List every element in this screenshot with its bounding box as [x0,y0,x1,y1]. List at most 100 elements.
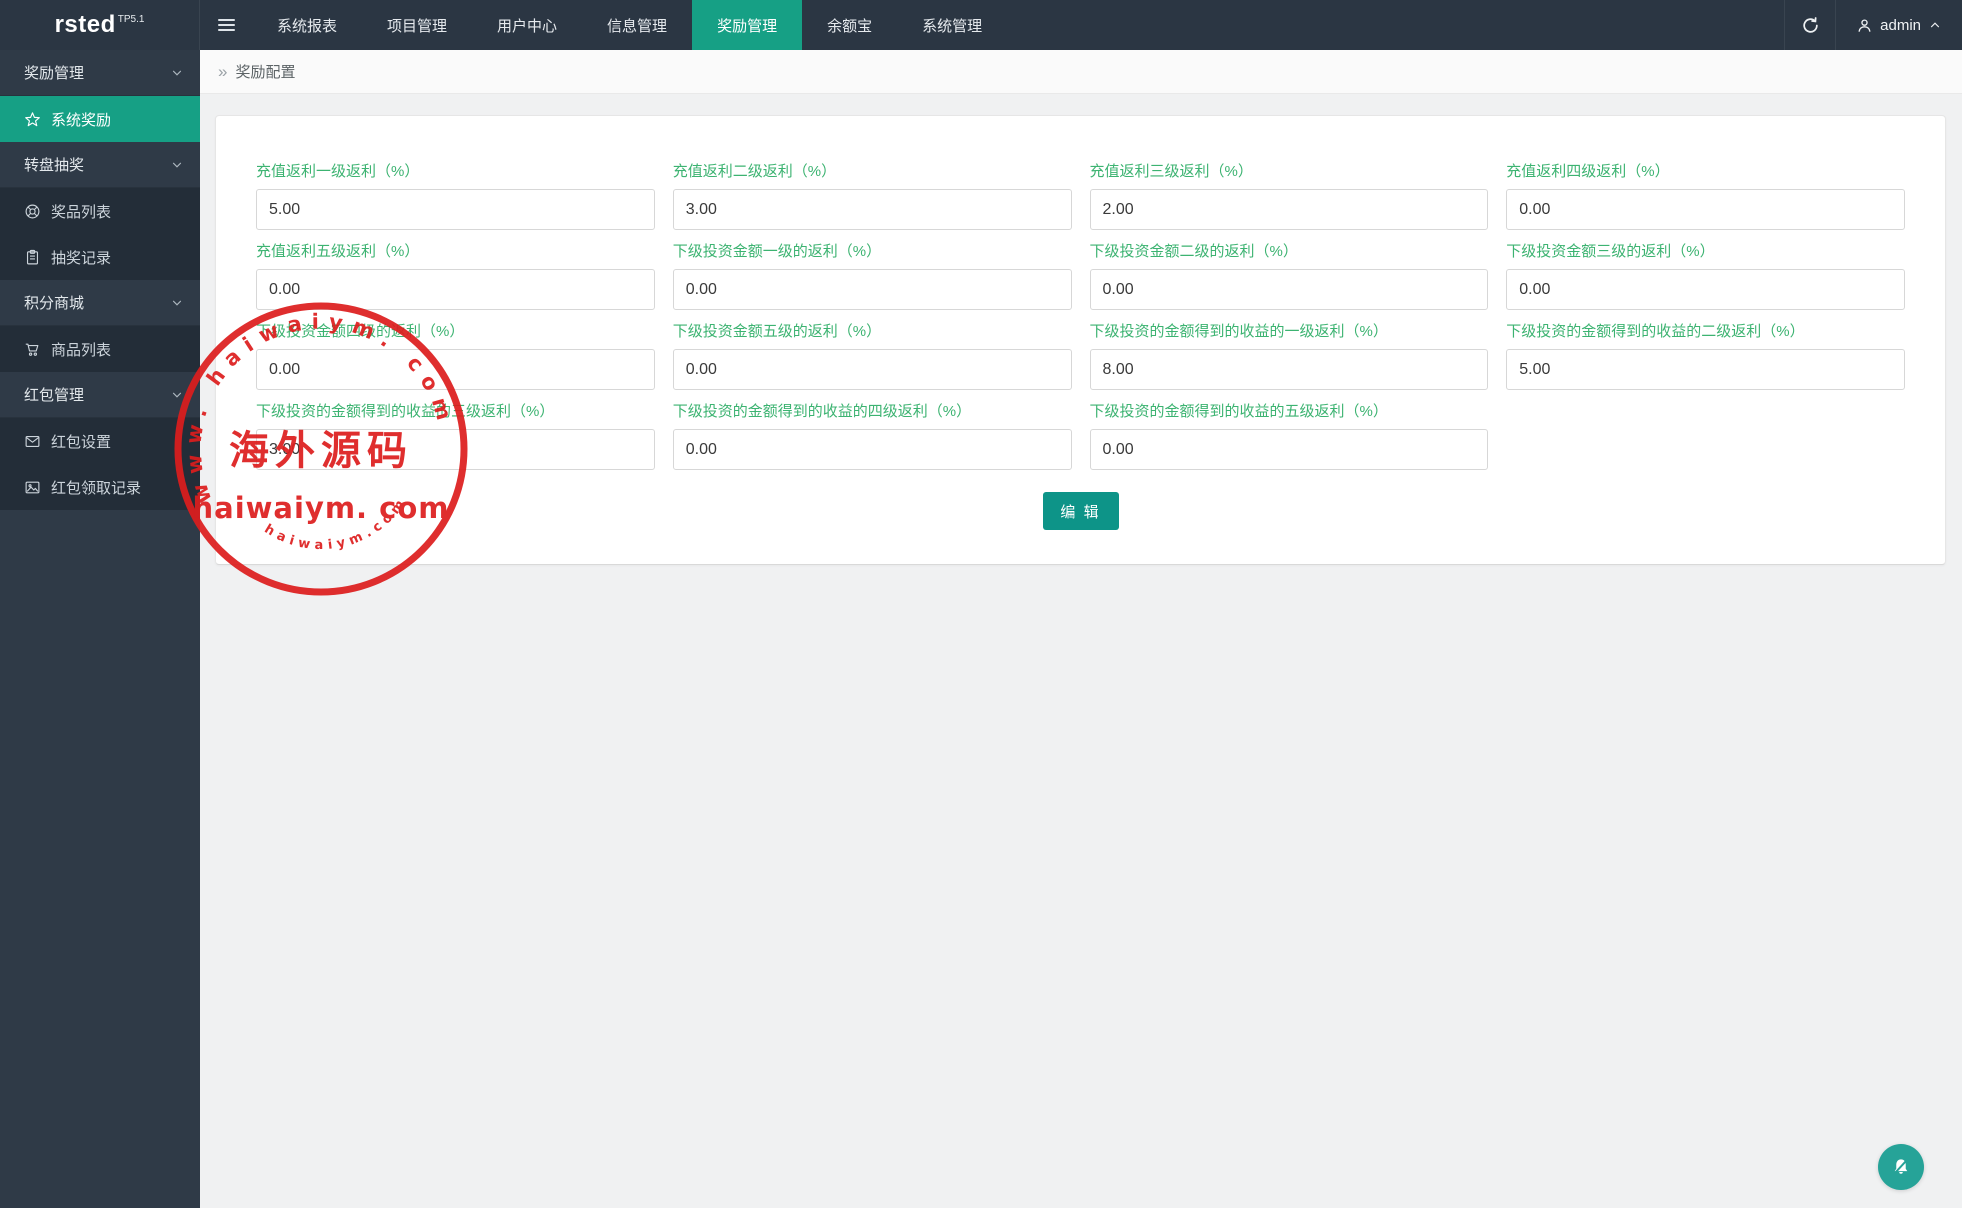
tab-label: 系统管理 [922,15,982,36]
form-field: 下级投资金额一级的返利（%） [673,240,1072,310]
main-content: » 奖励配置 充值返利一级返利（%） 充值返利二级返利（%） 充值返利三级返利（… [200,50,1962,1208]
field-label: 下级投资金额一级的返利（%） [673,240,1072,261]
star-icon [24,111,41,128]
sidebar-item-red-packet-claim-records[interactable]: 红包领取记录 [0,464,200,510]
sidebar-item-red-packet-settings[interactable]: 红包设置 [0,418,200,464]
form-field: 充值返利三级返利（%） [1090,160,1489,230]
sidebar-item-system-reward[interactable]: 系统奖励 [0,96,200,142]
clipboard-icon [24,249,41,266]
sidebar-group-wheel-lottery[interactable]: 转盘抽奖 [0,142,200,188]
logo-version: TP5.1 [118,14,145,25]
field-label: 充值返利五级返利（%） [256,240,655,261]
form-field: 下级投资的金额得到的收益的四级返利（%） [673,400,1072,470]
reward-config-form: 充值返利一级返利（%） 充值返利二级返利（%） 充值返利三级返利（%） 充值返利… [216,116,1945,530]
field-label: 充值返利二级返利（%） [673,160,1072,181]
refresh-button[interactable] [1784,0,1836,50]
tab-yuebao[interactable]: 余额宝 [802,0,897,50]
invest-amount-rebate-l3-input[interactable] [1506,269,1905,310]
tab-label: 奖励管理 [717,15,777,36]
cart-icon [24,341,41,358]
logo-text: rsted [55,11,116,39]
breadcrumb-chevrons-icon: » [218,63,227,80]
tab-system-management[interactable]: 系统管理 [897,0,1007,50]
invest-amount-rebate-l2-input[interactable] [1090,269,1489,310]
sidebar-group-label: 红包管理 [24,384,84,405]
recharge-rebate-l5-input[interactable] [256,269,655,310]
topbar: rsted TP5.1 系统报表 项目管理 用户中心 信息管理 奖励管理 余额宝… [0,0,1962,50]
user-icon [1856,17,1873,34]
invest-profit-rebate-l3-input[interactable] [256,429,655,470]
edit-button[interactable]: 编 辑 [1043,492,1119,530]
form-field: 下级投资的金额得到的收益的二级返利（%） [1506,320,1905,390]
tab-label: 项目管理 [387,15,447,36]
tab-system-reports[interactable]: 系统报表 [252,0,362,50]
user-menu[interactable]: admin [1836,0,1962,50]
sidebar-item-prize-list[interactable]: 奖品列表 [0,188,200,234]
form-field: 充值返利一级返利（%） [256,160,655,230]
topbar-right: admin [1784,0,1962,50]
tab-reward-management[interactable]: 奖励管理 [692,0,802,50]
form-field: 下级投资金额三级的返利（%） [1506,240,1905,310]
field-label: 下级投资的金额得到的收益的一级返利（%） [1090,320,1489,341]
invest-amount-rebate-l5-input[interactable] [673,349,1072,390]
field-label: 下级投资的金额得到的收益的四级返利（%） [673,400,1072,421]
sidebar-item-lottery-records[interactable]: 抽奖记录 [0,234,200,280]
recharge-rebate-l3-input[interactable] [1090,189,1489,230]
sidebar-item-product-list[interactable]: 商品列表 [0,326,200,372]
invest-profit-rebate-l4-input[interactable] [673,429,1072,470]
notification-mute-button[interactable] [1878,1144,1924,1190]
chevron-down-icon [170,66,184,80]
recharge-rebate-l2-input[interactable] [673,189,1072,230]
chevron-up-icon [1928,18,1942,32]
image-icon [24,479,41,496]
sidebar-group-label: 积分商城 [24,292,84,313]
field-label: 下级投资的金额得到的收益的二级返利（%） [1506,320,1905,341]
invest-profit-rebate-l2-input[interactable] [1506,349,1905,390]
field-label: 下级投资金额二级的返利（%） [1090,240,1489,261]
lifering-icon [24,203,41,220]
form-actions: 编 辑 [256,492,1905,530]
field-label: 下级投资金额四级的返利（%） [256,320,655,341]
sidebar-toggle-icon[interactable] [200,0,252,50]
sidebar-group-points-mall[interactable]: 积分商城 [0,280,200,326]
invest-profit-rebate-l5-input[interactable] [1090,429,1489,470]
sidebar-item-label: 红包领取记录 [51,477,141,498]
sidebar-item-label: 红包设置 [51,431,111,452]
recharge-rebate-l1-input[interactable] [256,189,655,230]
logo[interactable]: rsted TP5.1 [0,0,200,50]
form-field-spacer [1506,400,1905,470]
sidebar-group-label: 转盘抽奖 [24,154,84,175]
field-label: 下级投资金额五级的返利（%） [673,320,1072,341]
bell-slash-icon [1888,1154,1914,1180]
refresh-icon [1801,16,1820,35]
field-label: 充值返利四级返利（%） [1506,160,1905,181]
breadcrumb: » 奖励配置 [200,50,1962,94]
username: admin [1880,17,1921,34]
sidebar-item-label: 商品列表 [51,339,111,360]
chevron-down-icon [170,296,184,310]
invest-amount-rebate-l4-input[interactable] [256,349,655,390]
envelope-icon [24,433,41,450]
recharge-rebate-l4-input[interactable] [1506,189,1905,230]
tab-label: 信息管理 [607,15,667,36]
tab-label: 余额宝 [827,15,872,36]
form-field: 充值返利二级返利（%） [673,160,1072,230]
sidebar-group-reward-management[interactable]: 奖励管理 [0,50,200,96]
sidebar: 奖励管理 系统奖励 转盘抽奖 奖品列表 抽奖记录 积分商城 商品列表 红包管理 [0,50,200,1208]
tab-user-center[interactable]: 用户中心 [472,0,582,50]
field-label: 下级投资的金额得到的收益的五级返利（%） [1090,400,1489,421]
form-field: 下级投资的金额得到的收益的一级返利（%） [1090,320,1489,390]
form-field: 下级投资金额二级的返利（%） [1090,240,1489,310]
form-field: 充值返利五级返利（%） [256,240,655,310]
invest-amount-rebate-l1-input[interactable] [673,269,1072,310]
invest-profit-rebate-l1-input[interactable] [1090,349,1489,390]
admin-app: rsted TP5.1 系统报表 项目管理 用户中心 信息管理 奖励管理 余额宝… [0,0,1962,1208]
tab-project-management[interactable]: 项目管理 [362,0,472,50]
sidebar-group-red-packet[interactable]: 红包管理 [0,372,200,418]
field-label: 充值返利三级返利（%） [1090,160,1489,181]
tab-info-management[interactable]: 信息管理 [582,0,692,50]
reward-config-card: 充值返利一级返利（%） 充值返利二级返利（%） 充值返利三级返利（%） 充值返利… [215,115,1946,565]
form-field: 下级投资的金额得到的收益的三级返利（%） [256,400,655,470]
field-label: 下级投资金额三级的返利（%） [1506,240,1905,261]
page-title: 奖励配置 [235,61,295,82]
